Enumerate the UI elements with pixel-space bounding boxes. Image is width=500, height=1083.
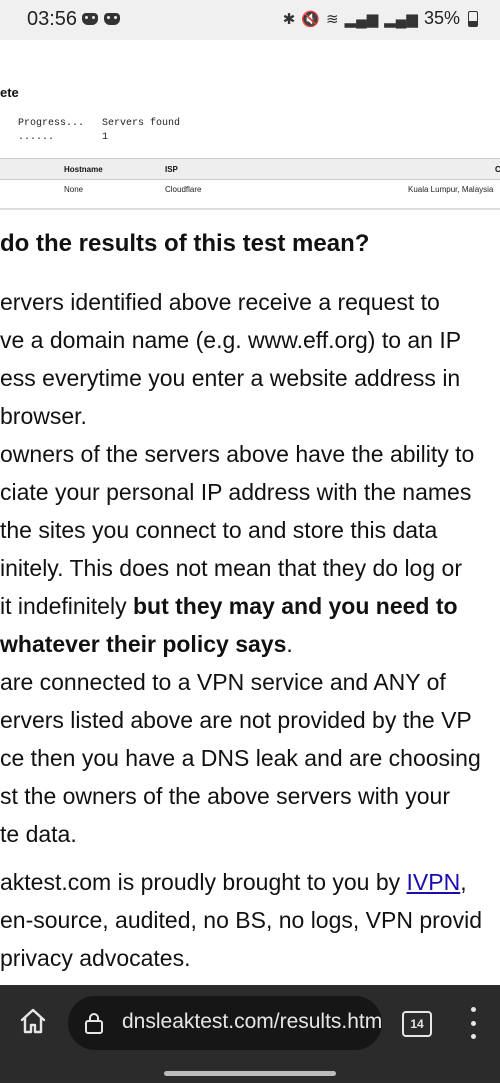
- mute-icon: 🔇: [301, 10, 320, 28]
- bold-text: whatever their policy says: [0, 631, 287, 657]
- text-line: ve a domain name (e.g. www.eff.org) to a…: [0, 327, 462, 353]
- bold-text: but they may and you need to: [132, 593, 458, 619]
- text-line: it indefinitely but they may and you nee…: [0, 587, 500, 625]
- text-line: ce then you have a DNS leak and are choo…: [0, 745, 481, 771]
- battery-icon: [468, 10, 478, 27]
- cell-country: Kuala Lumpur, Malaysia: [408, 185, 494, 194]
- article-title: do the results of this test mean?: [0, 230, 370, 257]
- text-line: ervers listed above are not provided by …: [0, 707, 472, 733]
- text-line: ciate your personal IP address with the …: [0, 479, 472, 505]
- progress-label: Progress...: [18, 118, 85, 129]
- tab-switcher-button[interactable]: 14: [402, 1011, 432, 1037]
- text-line: st the owners of the above servers with …: [0, 783, 450, 809]
- signal-icon: ▂▄▆: [344, 10, 379, 28]
- text-line: ess everytime you enter a website addres…: [0, 365, 461, 391]
- text-line: whatever their policy says.: [0, 625, 500, 663]
- progress-value: ......: [18, 132, 55, 143]
- article-body: ervers identified above receive a reques…: [0, 283, 500, 977]
- article: do the results of this test mean? ervers…: [0, 210, 500, 985]
- status-bar: 03:56 ✱ 🔇 ≋ ▂▄▆ ▂▄▆ 35%: [0, 0, 500, 40]
- browser-toolbar: dnsleaktest.com/results.htm 14: [0, 985, 500, 1083]
- text-span: aktest.com is proudly brought to you by: [0, 869, 407, 895]
- table-header: Hostname ISP C: [0, 158, 500, 180]
- more-menu-icon[interactable]: [465, 1007, 481, 1039]
- cell-hostname: None: [64, 185, 84, 194]
- clock: 03:56: [27, 8, 78, 30]
- text-line: privacy advocates.: [0, 945, 191, 971]
- text-line: ervers identified above receive a reques…: [0, 289, 440, 315]
- signal-icon: ▂▄▆: [384, 10, 418, 28]
- gesture-bar[interactable]: [164, 1071, 336, 1076]
- home-icon[interactable]: [18, 1006, 48, 1036]
- text-line: the sites you connect to and store this …: [0, 517, 438, 543]
- url-text[interactable]: dnsleaktest.com/results.htm: [122, 1010, 382, 1034]
- notification-icons: [82, 13, 120, 25]
- system-icons: ✱ 🔇 ≋ ▂▄▆ ▂▄▆ 35%: [283, 8, 478, 29]
- bluetooth-icon: ✱: [282, 10, 296, 28]
- column-hostname: Hostname: [64, 165, 103, 174]
- game-controller-icon: [104, 13, 120, 25]
- text-span: it indefinitely: [0, 593, 133, 619]
- results-heading: ete: [0, 85, 19, 100]
- table-row: None Cloudflare Kuala Lumpur, Malaysia: [0, 179, 500, 203]
- servers-found-value: 1: [102, 132, 109, 143]
- cell-isp: Cloudflare: [165, 185, 202, 194]
- lock-icon[interactable]: [82, 1011, 106, 1035]
- column-isp: ISP: [165, 165, 178, 174]
- wifi-call-icon: ≋: [325, 10, 339, 28]
- text-line: te data.: [0, 821, 77, 847]
- text-line: are connected to a VPN service and ANY o…: [0, 669, 446, 695]
- text-line: en-source, audited, no BS, no logs, VPN …: [0, 907, 483, 933]
- text-span: ,: [460, 869, 467, 895]
- text-line: owners of the servers above have the abi…: [0, 441, 475, 467]
- text-span: .: [286, 631, 293, 657]
- game-controller-icon: [82, 13, 98, 25]
- servers-found-label: Servers found: [102, 118, 181, 129]
- column-country: C: [495, 165, 500, 174]
- battery-percent: 35%: [423, 8, 460, 28]
- ivpn-link[interactable]: IVPN: [407, 869, 461, 895]
- text-line: initely. This does not mean that they do…: [0, 555, 462, 581]
- text-line: browser.: [0, 403, 87, 429]
- text-line: aktest.com is proudly brought to you by …: [0, 863, 500, 901]
- results-panel: ete Progress... ...... Servers found 1 H…: [0, 40, 500, 210]
- address-bar[interactable]: dnsleaktest.com/results.htm: [68, 996, 382, 1050]
